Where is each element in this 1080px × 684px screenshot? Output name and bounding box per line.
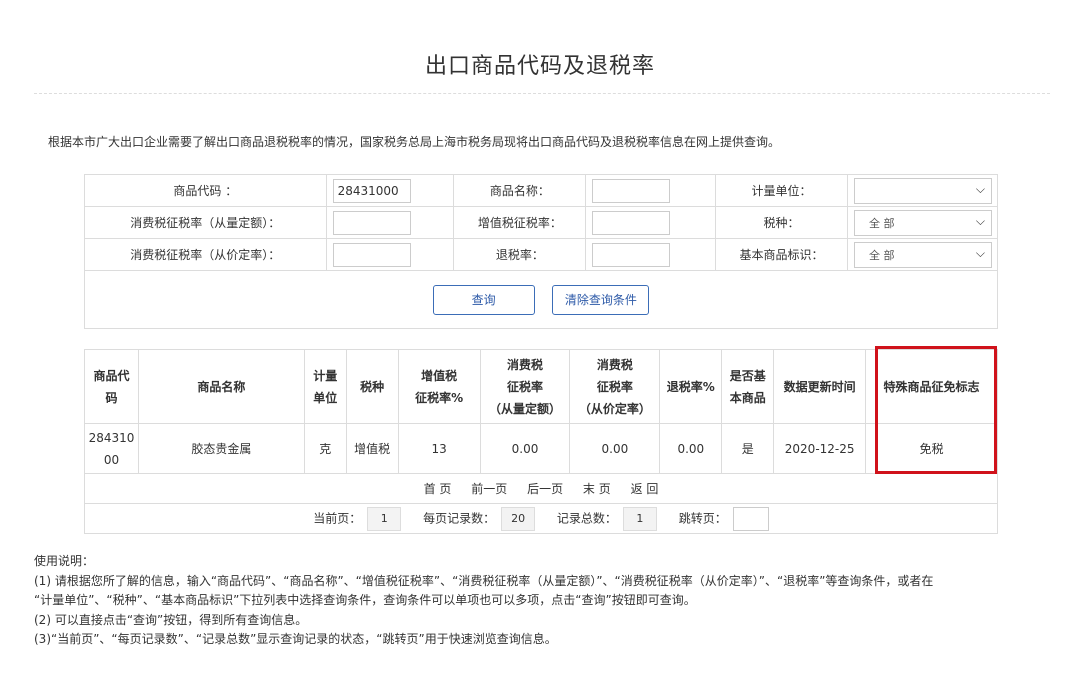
chevron-down-icon: ⌵ xyxy=(975,245,985,260)
col-tax-type-header: 税种 xyxy=(345,349,399,424)
code-label: 商品代码 ： xyxy=(84,174,327,207)
cell-special: 免税 xyxy=(865,423,998,474)
unit-label: 计量单位： xyxy=(715,174,848,207)
notes-line: (2) 可以直接点击“查询”按钮，得到所有查询信息。 xyxy=(34,612,308,627)
cell-vat: 13 xyxy=(397,423,481,474)
cell-refund: 0.00 xyxy=(659,423,723,474)
col-special-header: 特殊商品征免标志 xyxy=(865,349,998,424)
last-page-link[interactable]: 末 页 xyxy=(583,482,611,496)
jump-page-input[interactable] xyxy=(732,506,769,531)
col-cv-header: 消费税 征税率 （从价定率） xyxy=(569,349,661,424)
usage-notes: 使用说明： (1) 请根据您所了解的信息，输入“商品代码”、“商品名称”、“增值… xyxy=(34,552,1064,650)
cell-unit: 克 xyxy=(303,423,347,474)
notes-line: “计量单位”、“税种”、“基本商品标识”下拉列表中选择查询条件，查询条件可以单项… xyxy=(34,593,696,607)
name-input[interactable] xyxy=(592,178,671,203)
jump-label: 跳转页： xyxy=(678,511,727,525)
basic-flag-label: 基本商品标识： xyxy=(715,238,848,271)
col-vat-header: 增值税 征税率% xyxy=(397,349,481,424)
current-page-label: 当前页： xyxy=(313,511,362,525)
col-refund-header: 退税率% xyxy=(659,349,723,424)
total-label: 记录总数： xyxy=(556,511,617,525)
header-row: 商品代码 商品名称 计量 单位 税种 增值税 征税率% 消费税 征税率 （从量定额） 消… xyxy=(84,349,998,424)
cell-cv: 0.00 xyxy=(569,423,661,474)
basic-flag-select[interactable]: 全 部 ⌵ xyxy=(853,241,992,268)
basic-flag-select-value: 全 部 xyxy=(868,248,895,262)
status-row: 当前页： 1 每页记录数： 20 记录总数： 1 跳转页： xyxy=(84,503,998,534)
notes-line: (1) 请根据您所了解的信息，输入“商品代码”、“商品名称”、“增值税征税率”、… xyxy=(34,573,934,588)
code-input[interactable] xyxy=(332,178,411,203)
current-page-value: 1 xyxy=(367,506,402,531)
consumption-quantity-input[interactable] xyxy=(332,210,411,235)
col-updated-header: 数据更新时间 xyxy=(773,349,867,424)
per-page-label: 每页记录数： xyxy=(423,511,496,525)
tax-type-select-value: 全 部 xyxy=(868,216,895,230)
per-page-value: 20 xyxy=(501,506,536,531)
clear-button[interactable]: 清除查询条件 xyxy=(552,284,650,315)
title-divider xyxy=(34,93,1050,94)
tax-type-select[interactable]: 全 部 ⌵ xyxy=(853,209,992,236)
refund-label: 退税率： xyxy=(453,238,587,271)
notes-line: (3)“当前页”、“每页记录数”、“记录总数”显示查询记录的状态，“跳转页”用于… xyxy=(34,632,557,646)
page-title: 出口商品代码及退税率 xyxy=(424,54,655,79)
cell-basic: 是 xyxy=(721,423,775,474)
col-code-header: 商品代码 xyxy=(84,349,139,424)
chevron-down-icon: ⌵ xyxy=(975,213,985,228)
total-value: 1 xyxy=(622,506,657,531)
pager-row: 首 页 前一页 后一页 末 页 返 回 xyxy=(84,473,998,504)
col-unit-header: 计量 单位 xyxy=(303,349,347,424)
consumption-value-input[interactable] xyxy=(332,242,411,267)
query-button[interactable]: 查询 xyxy=(432,284,535,315)
cell-cq: 0.00 xyxy=(479,423,571,474)
unit-select[interactable]: ⌵ xyxy=(853,177,992,204)
back-link[interactable]: 返 回 xyxy=(631,482,659,496)
col-name-header: 商品名称 xyxy=(137,349,305,424)
results-table: 商品代码 商品名称 计量 单位 税种 增值税 征税率% 消费税 征税率 （从量定额） 消… xyxy=(84,349,998,534)
consumption-quantity-label: 消费税征税率（从量定额）： xyxy=(84,206,327,239)
cell-name: 胶态贵金属 xyxy=(137,423,305,474)
table-row: 284310 00 胶态贵金属 克 增值税 13 0.00 0.00 0.00 是… xyxy=(84,423,998,474)
refund-input[interactable] xyxy=(592,242,671,267)
consumption-value-label: 消费税征税率（从价定率）： xyxy=(84,238,327,271)
intro-text: 根据本市广大出口企业需要了解出口商品退税税率的情况，国家税务总局上海市税务局现将… xyxy=(48,135,781,149)
col-cq-header: 消费税 征税率 （从量定额） xyxy=(479,349,571,424)
prev-page-link[interactable]: 前一页 xyxy=(471,482,507,496)
search-form: 商品代码 ： 商品名称： 计量单位： ⌵ 消费税征税率（从量定额）： 增值税征税… xyxy=(84,174,999,329)
cell-updated: 2020-12-25 xyxy=(773,423,867,474)
cell-code: 284310 00 xyxy=(84,423,139,474)
tax-type-label: 税种： xyxy=(715,206,848,239)
notes-title: 使用说明： xyxy=(34,554,95,568)
chevron-down-icon: ⌵ xyxy=(975,181,985,196)
vat-label: 增值税征税率： xyxy=(453,206,587,239)
first-page-link[interactable]: 首 页 xyxy=(424,482,452,496)
cell-tax-type: 增值税 xyxy=(345,423,399,474)
vat-input[interactable] xyxy=(592,210,671,235)
next-page-link[interactable]: 后一页 xyxy=(527,482,563,496)
col-basic-header: 是否基 本商品 xyxy=(721,349,775,424)
name-label: 商品名称： xyxy=(453,174,587,207)
